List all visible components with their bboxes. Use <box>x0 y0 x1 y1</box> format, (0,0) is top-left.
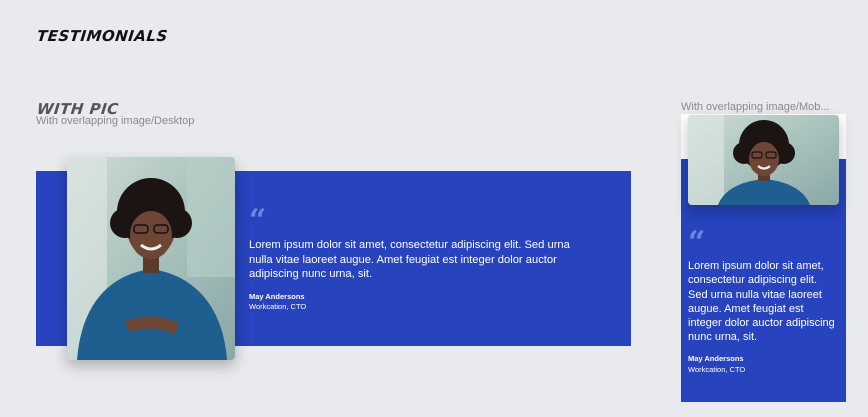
page-title: TESTIMONIALS <box>36 27 169 45</box>
mobile-frame-label[interactable]: With overlapping image/Mob... <box>681 101 843 113</box>
desktop-quote-text: Lorem ipsum dolor sit amet, consectetur … <box>249 239 570 281</box>
portrait-image <box>67 157 235 360</box>
desktop-author-name: May Andersons <box>249 292 305 301</box>
mobile-author-role: Workcation, CTO <box>688 365 746 374</box>
mobile-author-name: May Andersons <box>688 354 744 363</box>
desktop-frame-label[interactable]: With overlapping image/Desktop <box>36 115 194 127</box>
portrait-image <box>688 115 839 205</box>
mobile-portrait-photo <box>688 115 839 205</box>
desktop-portrait-photo <box>67 157 235 360</box>
mobile-quote-icon: “ <box>688 225 706 260</box>
desktop-quote-icon: “ <box>249 203 267 238</box>
desktop-author-role: Workcation, CTO <box>249 302 307 311</box>
mobile-quote-text: Lorem ipsum dolor sit amet, consectetur … <box>688 260 835 344</box>
